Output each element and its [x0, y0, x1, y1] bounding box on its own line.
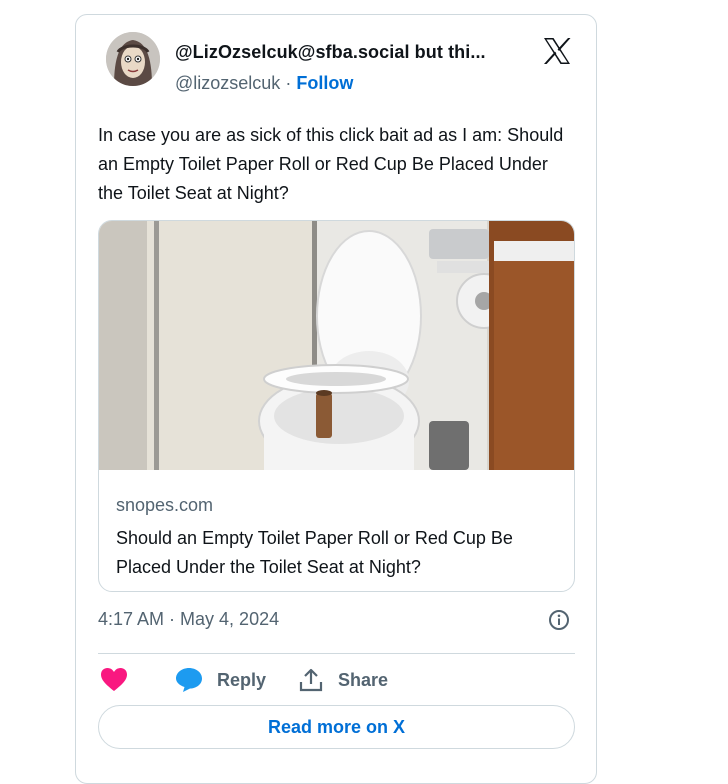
share-label: Share [338, 669, 389, 690]
separator-dot: · [285, 73, 292, 93]
avatar[interactable] [106, 32, 160, 86]
link-preview-image [99, 221, 574, 470]
tweet-timestamp[interactable]: 4:17 AM · May 4, 2024 [98, 609, 279, 630]
link-preview-card[interactable]: snopes.com Should an Empty Toilet Paper … [98, 220, 575, 592]
info-icon[interactable] [548, 609, 570, 631]
reply-button[interactable]: Reply [175, 663, 266, 697]
heart-icon [101, 668, 127, 691]
user-handle[interactable]: @lizozselcuk [175, 73, 280, 93]
share-upload-icon [299, 668, 323, 692]
share-button[interactable]: Share [298, 663, 388, 697]
link-domain: snopes.com [116, 495, 214, 515]
reply-label: Reply [217, 669, 267, 690]
x-logo-icon[interactable] [541, 35, 573, 67]
like-button[interactable] [100, 663, 128, 697]
tweet-embed-card: @LizOzselcuk@sfba.social but thi... @liz… [75, 14, 597, 784]
display-name[interactable]: @LizOzselcuk@sfba.social but thi... [175, 42, 486, 63]
divider [98, 653, 575, 654]
reply-bubble-icon [176, 668, 202, 692]
handle-row: @lizozselcuk · Follow [175, 73, 353, 94]
tweet-text: In case you are as sick of this click ba… [98, 125, 564, 203]
read-more-button[interactable]: Read more on X [98, 705, 575, 749]
avatar-illustration [106, 32, 160, 86]
link-title: Should an Empty Toilet Paper Roll or Red… [116, 528, 513, 577]
follow-button[interactable]: Follow [296, 73, 353, 93]
